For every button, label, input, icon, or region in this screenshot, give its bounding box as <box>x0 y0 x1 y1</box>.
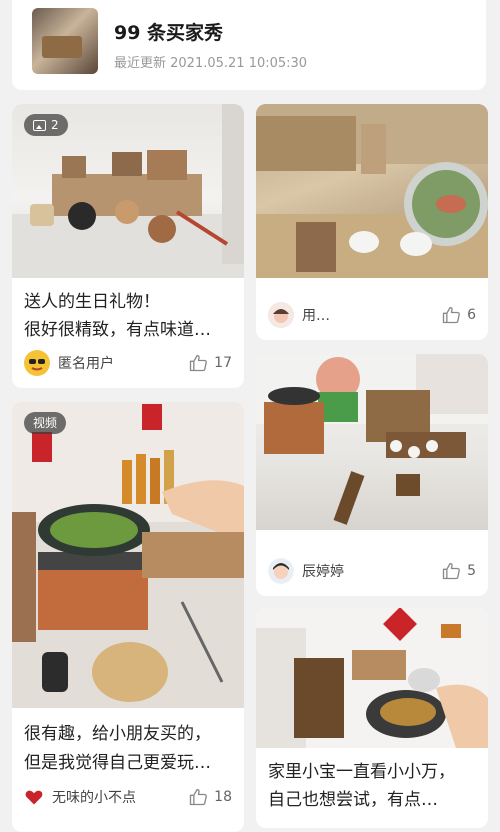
post-footer: 匿名用户 17 <box>24 348 232 378</box>
post-photo <box>256 354 488 530</box>
post-photo <box>256 608 488 748</box>
post-card[interactable]: 辰婷婷 5 <box>256 354 488 596</box>
heart-icon <box>25 790 43 805</box>
username[interactable]: 匿名用户 <box>58 353 188 373</box>
like-button[interactable]: 17 <box>188 353 232 373</box>
user-avatar-icon <box>269 303 293 327</box>
post-photo <box>12 402 244 708</box>
like-count: 18 <box>214 789 232 805</box>
image-count-badge: 2 <box>24 114 68 136</box>
video-badge: 视频 <box>24 412 67 434</box>
video-label: 视频 <box>33 416 58 430</box>
username[interactable]: 用… <box>302 305 441 325</box>
like-button[interactable]: 18 <box>188 787 232 807</box>
like-button[interactable]: 5 <box>441 561 476 581</box>
post-footer: 用… 6 <box>268 300 476 330</box>
like-count: 5 <box>467 563 476 579</box>
post-card[interactable]: 用… 6 <box>256 104 488 340</box>
post-footer: 无味的小不点 18 <box>24 782 232 812</box>
collection-thumbnail <box>32 8 98 74</box>
username[interactable]: 辰婷婷 <box>302 561 441 581</box>
post-caption-line2: 自己也想尝试，有点… <box>268 790 438 810</box>
user-avatar-icon <box>269 559 293 583</box>
thumbs-up-icon <box>190 788 208 806</box>
post-photo <box>256 104 488 278</box>
collection-header[interactable]: 99 条买家秀 最近更新 2021.05.21 10:05:30 <box>12 0 486 90</box>
avatar[interactable] <box>268 558 294 584</box>
post-caption-line1: 送人的生日礼物！ <box>24 292 160 312</box>
like-count: 17 <box>214 355 232 371</box>
post-card[interactable]: 家里小宝一直看小小万， 自己也想尝试，有点… <box>256 608 488 828</box>
thumbs-up-icon <box>190 354 208 372</box>
post-card[interactable]: 2 送人的生日礼物！ 很好很精致，有点味道… 匿名用户 17 <box>12 104 244 388</box>
sunglasses-face-icon <box>25 351 49 375</box>
post-caption-line1: 很有趣，给小朋友买的， <box>24 724 211 744</box>
last-updated-text: 最近更新 2021.05.21 10:05:30 <box>114 56 308 71</box>
post-footer: 辰婷婷 5 <box>268 556 476 586</box>
like-count: 6 <box>467 307 476 323</box>
post-card[interactable]: 视频 很有趣，给小朋友买的， 但是我觉得自己更爱玩… 无味的小不点 18 <box>12 402 244 832</box>
post-caption-line1: 家里小宝一直看小小万， <box>268 762 455 782</box>
post-caption-line2: 很好很精致，有点味道… <box>24 320 211 340</box>
collection-title: 99 条买家秀 <box>114 22 224 44</box>
avatar[interactable] <box>24 787 44 807</box>
avatar[interactable] <box>268 302 294 328</box>
thumbs-up-icon <box>442 562 460 580</box>
avatar[interactable] <box>24 350 50 376</box>
thumbs-up-icon <box>442 306 460 324</box>
like-button[interactable]: 6 <box>441 305 476 325</box>
image-count: 2 <box>51 118 59 132</box>
post-caption-line2: 但是我觉得自己更爱玩… <box>24 753 211 773</box>
image-icon <box>33 119 46 131</box>
username[interactable]: 无味的小不点 <box>52 787 188 807</box>
